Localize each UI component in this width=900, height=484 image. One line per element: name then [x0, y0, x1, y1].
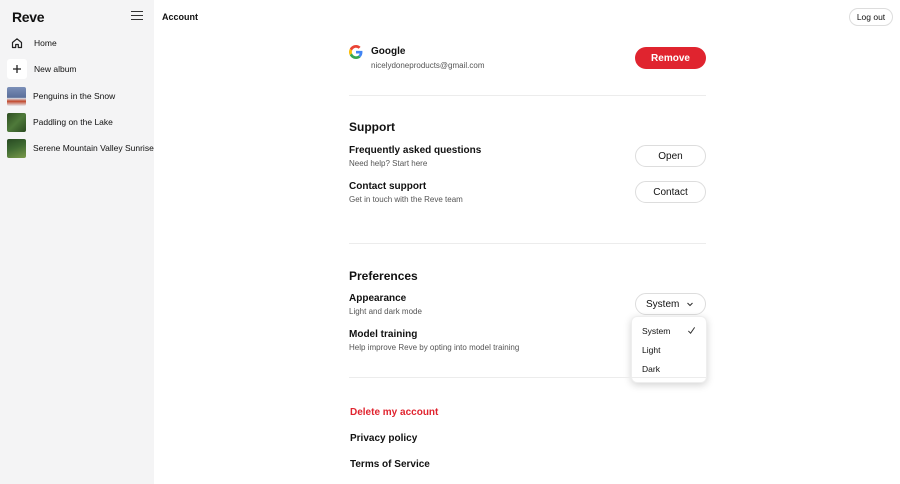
- model-training-title: Model training: [349, 329, 418, 340]
- terms-of-service-link[interactable]: Terms of Service: [350, 459, 430, 470]
- sidebar-item-label: Paddling on the Lake: [33, 117, 113, 127]
- contact-support-button[interactable]: Contact: [635, 181, 706, 203]
- contact-support-subtitle: Get in touch with the Reve team: [349, 195, 463, 204]
- remove-account-button[interactable]: Remove: [635, 47, 706, 69]
- appearance-option-light[interactable]: Light: [642, 345, 660, 355]
- sidebar-item-label: Penguins in the Snow: [33, 91, 116, 101]
- sidebar-item-album[interactable]: Paddling on the Lake: [7, 112, 113, 132]
- appearance-select[interactable]: System: [635, 293, 706, 315]
- appearance-option-system[interactable]: System: [642, 326, 670, 336]
- model-training-subtitle: Help improve Reve by opting into model t…: [349, 343, 520, 352]
- appearance-selected-value: System: [646, 298, 680, 310]
- faq-title: Frequently asked questions: [349, 145, 482, 156]
- sidebar-item-home[interactable]: Home: [7, 33, 57, 53]
- page-title: Account: [162, 12, 198, 22]
- sidebar-item-new-album[interactable]: New album: [7, 59, 77, 79]
- appearance-dropdown-menu: System Light Dark: [631, 316, 707, 383]
- divider: [349, 95, 706, 96]
- album-thumbnail: [7, 86, 26, 106]
- account-provider: Google: [371, 46, 406, 57]
- privacy-policy-link[interactable]: Privacy policy: [350, 433, 417, 444]
- app-logo[interactable]: Reve: [12, 9, 45, 25]
- menu-toggle-icon[interactable]: [131, 11, 143, 21]
- chevron-down-icon: [687, 302, 693, 307]
- appearance-option-dark[interactable]: Dark: [642, 364, 660, 374]
- faq-subtitle: Need help? Start here: [349, 159, 428, 168]
- contact-support-title: Contact support: [349, 181, 427, 192]
- sidebar: Reve Home New album Penguins in the Snow…: [0, 0, 154, 484]
- appearance-subtitle: Light and dark mode: [349, 307, 422, 316]
- checkmark-icon: [687, 327, 696, 334]
- open-faq-button[interactable]: Open: [635, 145, 706, 167]
- divider: [349, 243, 706, 244]
- album-thumbnail: [7, 112, 26, 132]
- album-thumbnail: [7, 138, 26, 158]
- google-icon: [349, 45, 363, 59]
- support-heading: Support: [349, 120, 395, 134]
- account-email: nicelydoneproducts@gmail.com: [371, 61, 485, 70]
- plus-icon: [7, 59, 27, 79]
- preferences-heading: Preferences: [349, 269, 418, 283]
- delete-account-link[interactable]: Delete my account: [350, 407, 438, 418]
- home-icon: [7, 33, 27, 53]
- logout-button[interactable]: Log out: [849, 8, 893, 26]
- divider: [349, 377, 706, 378]
- sidebar-item-label: New album: [34, 64, 77, 74]
- sidebar-item-album[interactable]: Penguins in the Snow: [7, 86, 115, 106]
- appearance-title: Appearance: [349, 293, 407, 304]
- sidebar-item-label: Serene Mountain Valley Sunrise: [33, 143, 154, 153]
- sidebar-item-album[interactable]: Serene Mountain Valley Sunrise: [7, 138, 155, 158]
- sidebar-item-label: Home: [34, 38, 57, 48]
